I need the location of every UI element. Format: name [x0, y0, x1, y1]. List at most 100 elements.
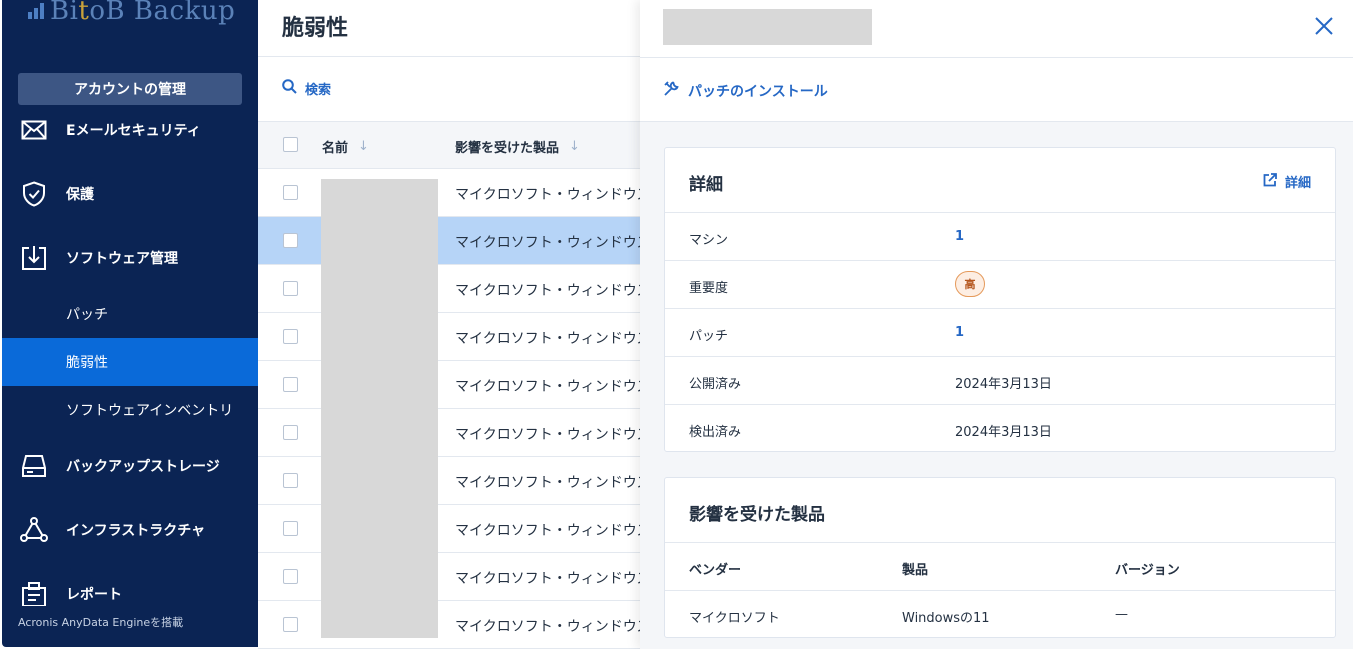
affected-product-cell: マイクロソフト・ウィンドウズ: [455, 331, 651, 347]
machine-count-link[interactable]: 1: [955, 229, 964, 244]
install-patch-label: パッチのインストール: [688, 83, 828, 100]
logo-bars-icon: [28, 3, 44, 19]
detail-row-published: 公開済み 2024年3月13日: [665, 356, 1335, 404]
software-download-icon: [20, 244, 48, 272]
vulnerability-detail-panel: パッチのインストール 詳細 詳細 マシン 1 重要度 高 パッチ 1 公開済み …: [640, 0, 1353, 649]
affected-products-card: 影響を受けた製品 ベンダー 製品 バージョン マイクロソフト Windowsの1…: [664, 477, 1336, 638]
sidebar-subitem-label: ソフトウェアインベントリ: [66, 403, 234, 419]
powered-by-footer: Acronis AnyData Engineを搭載: [18, 616, 184, 629]
row-checkbox[interactable]: [283, 185, 298, 200]
redacted-name-column: [321, 179, 438, 638]
search-button[interactable]: 検索: [282, 79, 331, 98]
affected-product-cell: マイクロソフト・ウィンドウズ: [455, 619, 651, 635]
storage-drive-icon: [20, 452, 48, 480]
affected-product-cell: マイクロソフト・ウィンドウズ: [455, 523, 651, 539]
row-checkbox[interactable]: [283, 617, 298, 632]
affected-product-cell: マイクロソフト・ウィンドウズ: [455, 571, 651, 587]
column-header-affected-product[interactable]: 影響を受けた製品 ↓: [455, 137, 580, 156]
affected-product-cell: マイクロソフト・ウィンドウズ: [455, 427, 651, 443]
column-header-label: 影響を受けた製品: [455, 141, 560, 156]
column-header-vendor: ベンダー: [689, 563, 742, 578]
row-checkbox[interactable]: [283, 377, 298, 392]
wrench-icon: [663, 80, 680, 101]
sort-arrow-icon: ↓: [569, 139, 580, 154]
sidebar-item-label: Eメールセキュリティ: [66, 123, 201, 139]
sidebar-item-protection[interactable]: 保護: [2, 170, 258, 218]
detected-date: 2024年3月13日: [955, 425, 1052, 440]
row-checkbox[interactable]: [283, 473, 298, 488]
envelope-icon: [20, 116, 48, 144]
vendor-cell: マイクロソフト: [689, 611, 780, 626]
sidebar-item-label: インフラストラクチャ: [66, 523, 206, 539]
sidebar-subitem-patch[interactable]: パッチ: [2, 290, 258, 338]
external-link-icon: [1263, 172, 1277, 191]
sidebar-item-label: 保護: [66, 187, 94, 203]
affected-product-cell: マイクロソフト・ウィンドウズ: [455, 187, 651, 203]
sidebar: BitoB Backup アカウントの管理 Eメールセキュリティ 保護 ソフトウ…: [2, 0, 258, 647]
select-all-checkbox[interactable]: [283, 137, 298, 152]
details-title: 詳細: [689, 175, 723, 195]
brand-name: BitoB Backup: [50, 0, 236, 26]
row-checkbox[interactable]: [283, 521, 298, 536]
affected-products-title: 影響を受けた製品: [689, 505, 825, 525]
details-card: 詳細 詳細 マシン 1 重要度 高 パッチ 1 公開済み 2024年3月13日 …: [664, 147, 1336, 452]
sidebar-item-label: レポート: [66, 587, 122, 603]
row-checkbox[interactable]: [283, 281, 298, 296]
affected-product-cell: マイクロソフト・ウィンドウズ: [455, 379, 651, 395]
brand-logo: BitoB Backup: [28, 0, 235, 28]
patch-count-link[interactable]: 1: [955, 325, 964, 340]
affected-products-header: ベンダー 製品 バージョン: [665, 542, 1335, 590]
severity-badge: 高: [955, 271, 985, 297]
page-title: 脆弱性: [282, 16, 349, 41]
detail-label: 公開済み: [689, 377, 742, 392]
details-link-label: 詳細: [1284, 176, 1311, 191]
row-checkbox[interactable]: [283, 425, 298, 440]
row-checkbox[interactable]: [283, 569, 298, 584]
affected-product-cell: マイクロソフト・ウィンドウズ: [455, 475, 651, 491]
sidebar-item-label: ソフトウェア管理: [66, 251, 178, 267]
search-icon: [282, 79, 297, 98]
sort-arrow-icon: ↓: [358, 139, 369, 154]
affected-product-row: マイクロソフト Windowsの11 —: [665, 590, 1335, 638]
shield-icon: [20, 180, 48, 208]
report-icon: [20, 580, 48, 608]
close-panel-button[interactable]: [1312, 14, 1336, 38]
sidebar-subitem-label: 脆弱性: [66, 355, 108, 371]
row-checkbox[interactable]: [283, 233, 298, 248]
network-triangle-icon: [20, 516, 48, 544]
detail-row-patch: パッチ 1: [665, 308, 1335, 356]
close-icon: [1315, 17, 1333, 35]
sidebar-subitem-software-inventory[interactable]: ソフトウェアインベントリ: [2, 386, 258, 434]
published-date: 2024年3月13日: [955, 377, 1052, 392]
column-header-label: 名前: [322, 141, 349, 156]
detail-row-detected: 検出済み 2024年3月13日: [665, 404, 1335, 452]
sidebar-item-label: バックアップストレージ: [66, 459, 220, 475]
sidebar-item-reports[interactable]: レポート: [2, 570, 258, 618]
sidebar-item-software-management[interactable]: ソフトウェア管理: [2, 234, 258, 282]
redacted-panel-title: [663, 9, 872, 45]
column-header-product: 製品: [902, 563, 929, 578]
details-external-link[interactable]: 詳細: [1263, 172, 1311, 191]
detail-label: パッチ: [689, 329, 729, 344]
detail-label: 検出済み: [689, 425, 742, 440]
product-cell: Windowsの11: [902, 611, 990, 626]
install-patch-button[interactable]: パッチのインストール: [663, 80, 828, 101]
divider: [640, 57, 1353, 58]
detail-label: 重要度: [689, 281, 729, 296]
sidebar-subitem-vulnerabilities[interactable]: 脆弱性: [2, 338, 258, 386]
affected-product-cell: マイクロソフト・ウィンドウズ: [455, 235, 651, 251]
column-header-version: バージョン: [1115, 563, 1180, 578]
sidebar-item-backup-storage[interactable]: バックアップストレージ: [2, 442, 258, 490]
search-label: 検索: [305, 83, 332, 98]
sidebar-item-infrastructure[interactable]: インフラストラクチャ: [2, 506, 258, 554]
version-cell: —: [1115, 607, 1128, 622]
column-header-name[interactable]: 名前 ↓: [322, 137, 369, 156]
sidebar-subitem-label: パッチ: [66, 307, 108, 323]
detail-label: マシン: [689, 233, 729, 248]
detail-row-machine: マシン 1: [665, 212, 1335, 260]
row-checkbox[interactable]: [283, 329, 298, 344]
account-management-button[interactable]: アカウントの管理: [18, 73, 242, 105]
sidebar-item-email-security[interactable]: Eメールセキュリティ: [2, 106, 258, 154]
detail-row-severity: 重要度 高: [665, 260, 1335, 308]
panel-header: パッチのインストール: [640, 0, 1353, 122]
